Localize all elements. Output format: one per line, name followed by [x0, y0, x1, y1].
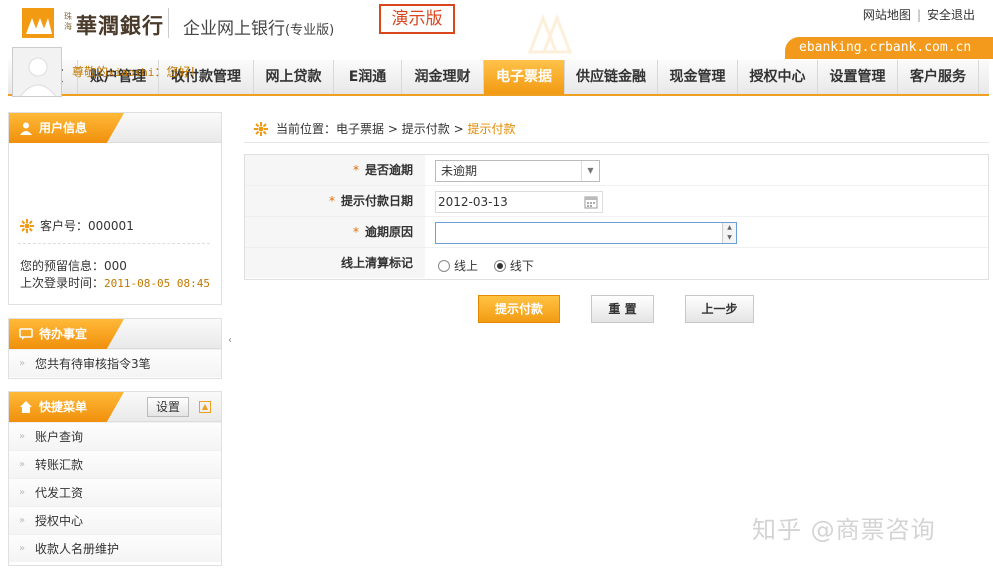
- settle-radio-group: 线上 线下: [438, 257, 546, 274]
- avatar: [12, 47, 62, 97]
- last-login: 上次登录时间：2011-08-05 08:45: [20, 276, 210, 290]
- radio-online-label: 线上: [454, 259, 479, 273]
- todo-panel: 待办事宜 您共有待审核指令3笔: [8, 318, 222, 379]
- todo-tab: 待办事宜: [9, 319, 124, 349]
- date-row: * 提示付款日期: [245, 186, 988, 217]
- back-button[interactable]: 上一步: [685, 295, 754, 323]
- user-info-header: 用户信息: [9, 113, 221, 143]
- site-url: ebanking.crbank.com.cn: [785, 37, 993, 59]
- message-icon: [19, 328, 33, 340]
- breadcrumb-divider: [244, 142, 989, 143]
- overdue-label: * 是否逾期: [245, 155, 425, 185]
- username: xiaoshi: [108, 66, 155, 79]
- nav-item[interactable]: 网上贷款: [254, 60, 334, 94]
- calendar-icon[interactable]: [584, 195, 598, 209]
- breadcrumb-separator: >: [453, 122, 464, 136]
- nav-item[interactable]: 润金理财: [402, 60, 484, 94]
- nav-item[interactable]: 授权中心: [738, 60, 818, 94]
- shortcut-title: 快捷菜单: [39, 400, 88, 414]
- reason-label: * 逾期原因: [245, 217, 425, 247]
- link-separator: |: [916, 8, 921, 22]
- customer-number-row: 客户号：000001: [20, 217, 134, 234]
- payment-date-value: 2012-03-13: [438, 195, 508, 209]
- user-info-tab: 用户信息: [9, 113, 124, 143]
- shortcut-item[interactable]: 授权中心: [9, 506, 221, 535]
- breadcrumb-item[interactable]: 电子票据: [336, 122, 384, 136]
- nav-item[interactable]: 设置管理: [818, 60, 898, 94]
- home-icon: [20, 401, 32, 413]
- todo-header: 待办事宜: [9, 319, 221, 349]
- shortcut-tab: 快捷菜单: [9, 392, 124, 422]
- avatar-placeholder-icon: [13, 48, 61, 96]
- product-title: 企业网上银行(专业版): [183, 14, 334, 39]
- payment-date-input[interactable]: 2012-03-13: [435, 191, 603, 213]
- collapse-icon[interactable]: ▲: [199, 401, 211, 413]
- nav-item[interactable]: E润通: [334, 60, 402, 94]
- site-map-link[interactable]: 网站地图: [863, 8, 911, 22]
- watermark-logo-icon: [527, 13, 573, 54]
- shortcut-panel: 快捷菜单 设置 ▲ 账户查询转账汇款代发工资授权中心收款人名册维护: [8, 391, 222, 566]
- overdue-selected-value: 未逾期: [441, 164, 478, 178]
- breadcrumb-item[interactable]: 提示付款: [402, 122, 450, 136]
- radio-offline[interactable]: [493, 260, 506, 272]
- settle-row: 线上清算标记: [245, 248, 988, 279]
- product-edition: (专业版): [285, 23, 335, 38]
- radio-online[interactable]: [438, 260, 450, 272]
- nav-item[interactable]: 现金管理: [658, 60, 738, 94]
- reset-button[interactable]: 重 置: [591, 295, 654, 323]
- header: 珠海 華潤銀行 企业网上银行(专业版) 演示版 网站地图 | 安全退出 ebanki…: [0, 0, 993, 60]
- settle-label: 线上清算标记: [245, 248, 425, 278]
- shortcut-settings-button[interactable]: 设置: [147, 397, 189, 417]
- product-name: 企业网上银行: [183, 19, 285, 39]
- breadcrumb-separator: >: [387, 122, 398, 136]
- demo-badge: 演示版: [379, 4, 455, 34]
- sidebar-collapse-arrow[interactable]: ‹: [228, 330, 236, 352]
- bank-region-label: 珠海: [64, 12, 72, 31]
- flower-icon: [254, 122, 268, 136]
- scroll-arrows-icon[interactable]: ▲ ▼: [722, 223, 736, 243]
- customer-number: 000001: [88, 219, 134, 233]
- todo-title: 待办事宜: [39, 327, 88, 341]
- greeting: 尊敬的xiaoshi：您好!: [72, 65, 196, 79]
- overdue-reason-input[interactable]: ▲ ▼: [435, 222, 737, 244]
- header-divider: [168, 8, 169, 38]
- overdue-row: * 是否逾期: [245, 155, 988, 186]
- reserved-info: 您的预留信息：000: [20, 259, 127, 273]
- breadcrumb-current: 提示付款: [467, 122, 516, 136]
- zhihu-watermark: 知乎 @商票咨询: [752, 516, 936, 544]
- top-links: 网站地图 | 安全退出: [863, 6, 975, 23]
- bank-name: 華潤銀行: [76, 13, 164, 38]
- logout-link[interactable]: 安全退出: [927, 8, 975, 22]
- shortcut-item[interactable]: 账户查询: [9, 422, 221, 451]
- shortcut-item[interactable]: 转账汇款: [9, 450, 221, 479]
- shortcut-item[interactable]: 收款人名册维护: [9, 534, 221, 563]
- chevron-down-icon[interactable]: ▼: [581, 161, 599, 181]
- shortcut-header: 快捷菜单 设置 ▲: [9, 392, 221, 422]
- breadcrumb-prefix: 当前位置：: [276, 122, 337, 136]
- shortcut-list: 账户查询转账汇款代发工资授权中心收款人名册维护: [9, 422, 221, 563]
- flower-icon: [20, 219, 34, 233]
- user-icon: [20, 122, 32, 135]
- reserved-info-value: 000: [104, 259, 127, 273]
- customer-label: 客户号：: [40, 219, 89, 233]
- shortcut-item[interactable]: 代发工资: [9, 478, 221, 507]
- todo-item[interactable]: 您共有待审核指令3笔: [9, 349, 221, 378]
- nav-item[interactable]: 客户服务: [898, 60, 979, 94]
- overdue-select[interactable]: 未逾期 ▼: [435, 160, 600, 182]
- submit-payment-button[interactable]: 提示付款: [478, 295, 560, 323]
- info-divider: [18, 243, 210, 244]
- payment-form: * 是否逾期 * 提示付款日期 * 逾期原因 线上清算标记 未逾期 ▼ 2012-03…: [244, 154, 989, 280]
- user-info-title: 用户信息: [39, 121, 88, 135]
- breadcrumb: 当前位置：电子票据 > 提示付款 > 提示付款: [254, 120, 516, 137]
- last-login-value: 2011-08-05 08:45: [104, 277, 210, 290]
- date-label: * 提示付款日期: [245, 186, 425, 216]
- radio-offline-label: 线下: [509, 259, 534, 273]
- nav-item[interactable]: 电子票据: [484, 60, 565, 94]
- nav-item[interactable]: 供应链金融: [565, 60, 658, 94]
- crbank-logo-icon: [22, 8, 54, 38]
